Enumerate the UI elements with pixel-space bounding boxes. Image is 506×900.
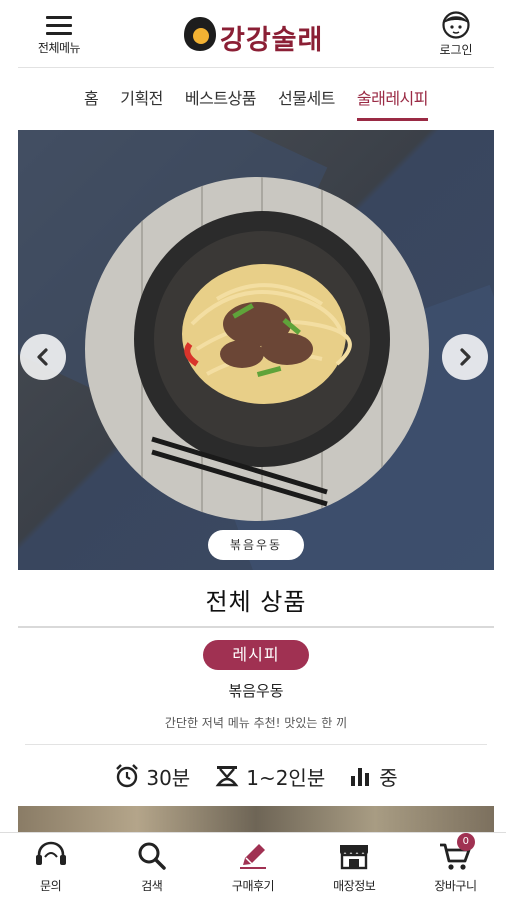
serving-scale-icon	[215, 766, 239, 787]
full-menu-button[interactable]: 전체메뉴	[24, 12, 94, 62]
carousel-next-button[interactable]	[442, 334, 488, 380]
logo-text: 강강술래	[220, 25, 324, 56]
recipe-name: 볶음우동	[228, 682, 284, 700]
headset-icon	[35, 841, 66, 865]
tab-review[interactable]: 구매후기	[202, 833, 303, 900]
recipe-badge: 레시피	[203, 640, 309, 670]
difficulty-value: 중	[379, 765, 398, 790]
tab-store-info-label: 매장정보	[333, 879, 376, 893]
cook-time-value: 30분	[146, 765, 191, 790]
tab-search-label: 검색	[141, 879, 163, 893]
login-label: 로그인	[439, 43, 473, 57]
main-navigation: 홈 기획전 베스트상품 선물세트 술래레시피	[18, 68, 494, 126]
tab-search[interactable]: 검색	[101, 833, 202, 900]
chevron-right-icon	[460, 348, 471, 366]
egg-logo-icon	[184, 17, 216, 51]
cart-count-badge: 0	[456, 833, 475, 851]
bar-chart-icon	[351, 768, 370, 786]
section-title: 전체 상품	[18, 576, 494, 628]
tab-store-info[interactable]: 매장정보	[304, 833, 405, 900]
app-header: 전체메뉴 강강술래 로그인	[18, 0, 494, 68]
tab-review-label: 구매후기	[231, 879, 275, 893]
nav-best[interactable]: 베스트상품	[185, 79, 257, 115]
nav-recipe[interactable]: 술래레시피	[356, 79, 429, 121]
stir-fried-udon-image	[85, 177, 429, 521]
difficulty: 중	[349, 762, 398, 791]
tab-cart-label: 장바구니	[434, 879, 477, 893]
recipe-meta: 30분 1~2인분 중	[18, 756, 494, 796]
tab-inquiry-label: 문의	[40, 879, 62, 893]
pencil-icon	[240, 844, 266, 869]
tab-cart[interactable]: 0 장바구니	[405, 833, 506, 900]
tab-inquiry[interactable]: 문의	[0, 833, 101, 900]
bottom-tab-bar: 문의 검색 구매후기 매장정보 0 장바구니	[0, 832, 506, 900]
hero-caption: 볶음우동	[208, 530, 304, 560]
login-button[interactable]: 로그인	[426, 10, 486, 62]
full-menu-label: 전체메뉴	[37, 41, 81, 55]
store-icon	[340, 845, 369, 870]
alarm-clock-icon	[116, 764, 139, 788]
nav-home[interactable]: 홈	[84, 79, 99, 115]
carousel-prev-button[interactable]	[20, 334, 66, 380]
search-icon	[138, 842, 166, 870]
divider	[25, 744, 487, 745]
servings-value: 1~2인분	[246, 765, 326, 790]
cook-time: 30분	[114, 762, 190, 791]
chevron-left-icon	[37, 348, 48, 366]
hamburger-icon	[46, 16, 72, 35]
servings: 1~2인분	[214, 762, 325, 791]
nav-exhibition[interactable]: 기획전	[120, 79, 163, 115]
recipe-image-preview	[18, 806, 494, 832]
recipe-description: 간단한 저녁 메뉴 추천! 맛있는 한 끼	[164, 716, 348, 730]
recipe-hero-carousel: 볶음우동	[18, 130, 494, 570]
face-icon	[442, 11, 470, 39]
nav-gift-set[interactable]: 선물세트	[278, 79, 335, 115]
brand-logo[interactable]: 강강술래	[182, 12, 332, 56]
